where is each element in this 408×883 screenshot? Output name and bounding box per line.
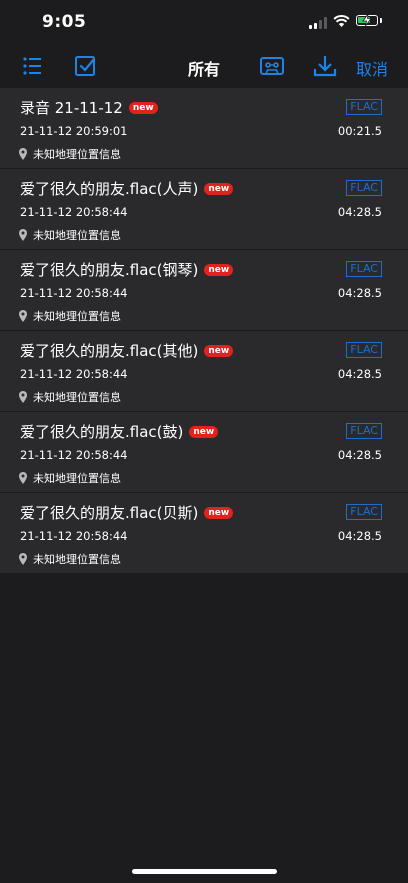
format-badge: FLAC xyxy=(346,261,382,277)
location-text: 未知地理位置信息 xyxy=(33,148,121,161)
location-text: 未知地理位置信息 xyxy=(33,553,121,566)
recording-duration: 04:28.5 xyxy=(337,205,382,219)
recording-date: 21-11-12 20:58:44 xyxy=(20,205,128,219)
cassette-tape-icon[interactable] xyxy=(259,54,285,78)
recording-duration: 04:28.5 xyxy=(337,529,382,543)
recording-title-row: 爱了很久的朋友.flac(其他) new xyxy=(20,340,234,361)
recording-duration: 04:28.5 xyxy=(337,448,382,462)
list-item[interactable]: 爱了很久的朋友.flac(其他) new FLAC 21-11-12 20:58… xyxy=(0,331,408,412)
location-text: 未知地理位置信息 xyxy=(33,310,121,323)
format-badge: FLAC xyxy=(346,423,382,439)
recording-list: 录音 21-11-12 new FLAC 21-11-12 20:59:01 0… xyxy=(0,88,408,574)
new-badge: new xyxy=(204,344,234,357)
recording-title-row: 录音 21-11-12 new xyxy=(20,97,158,118)
home-indicator[interactable] xyxy=(132,869,277,874)
format-badge: FLAC xyxy=(346,504,382,520)
list-item[interactable]: 爱了很久的朋友.flac(人声) new FLAC 21-11-12 20:58… xyxy=(0,169,408,250)
location-row: 未知地理位置信息 xyxy=(18,470,121,486)
new-badge: new xyxy=(204,506,234,519)
recording-title-row: 爱了很久的朋友.flac(人声) new xyxy=(20,178,234,199)
location-row: 未知地理位置信息 xyxy=(18,146,121,162)
toolbar: 所有 取消 xyxy=(0,44,408,88)
battery-cap xyxy=(380,18,382,23)
cancel-button[interactable]: 取消 xyxy=(356,56,388,80)
list-item[interactable]: 爱了很久的朋友.flac(贝斯) new FLAC 21-11-12 20:58… xyxy=(0,493,408,574)
recording-duration: 04:28.5 xyxy=(337,367,382,381)
location-text: 未知地理位置信息 xyxy=(33,229,121,242)
recording-title: 录音 21-11-12 xyxy=(20,99,123,117)
recording-date: 21-11-12 20:59:01 xyxy=(20,124,128,138)
recording-title: 爱了很久的朋友.flac(钢琴) xyxy=(20,261,199,279)
new-badge: new xyxy=(204,263,234,276)
status-bar: 9:05 xyxy=(0,0,408,44)
status-time: 9:05 xyxy=(42,12,87,32)
list-item[interactable]: 爱了很久的朋友.flac(鼓) new FLAC 21-11-12 20:58:… xyxy=(0,412,408,493)
location-text: 未知地理位置信息 xyxy=(33,472,121,485)
download-icon[interactable] xyxy=(312,54,338,78)
new-badge: new xyxy=(204,182,234,195)
recording-title: 爱了很久的朋友.flac(人声) xyxy=(20,180,199,198)
location-pin-icon xyxy=(19,310,27,322)
location-pin-icon xyxy=(19,472,27,484)
page-title: 所有 xyxy=(187,60,220,79)
recording-title: 爱了很久的朋友.flac(贝斯) xyxy=(20,504,199,522)
recording-date: 21-11-12 20:58:44 xyxy=(20,286,128,300)
wifi-icon xyxy=(333,15,350,27)
new-badge: new xyxy=(128,101,158,114)
location-row: 未知地理位置信息 xyxy=(18,389,121,405)
recording-duration: 00:21.5 xyxy=(337,124,382,138)
recording-date: 21-11-12 20:58:44 xyxy=(20,448,128,462)
recording-duration: 04:28.5 xyxy=(337,286,382,300)
format-badge: FLAC xyxy=(346,342,382,358)
list-item[interactable]: 爱了很久的朋友.flac(钢琴) new FLAC 21-11-12 20:58… xyxy=(0,250,408,331)
recording-title: 爱了很久的朋友.flac(鼓) xyxy=(20,423,184,441)
location-row: 未知地理位置信息 xyxy=(18,227,121,243)
location-pin-icon xyxy=(19,148,27,160)
format-badge: FLAC xyxy=(346,99,382,115)
recording-date: 21-11-12 20:58:44 xyxy=(20,529,128,543)
location-row: 未知地理位置信息 xyxy=(18,308,121,324)
recording-title-row: 爱了很久的朋友.flac(钢琴) new xyxy=(20,259,234,280)
recording-title-row: 爱了很久的朋友.flac(鼓) new xyxy=(20,421,219,442)
recording-title: 爱了很久的朋友.flac(其他) xyxy=(20,342,199,360)
new-badge: new xyxy=(189,425,219,438)
location-pin-icon xyxy=(19,553,27,565)
format-badge: FLAC xyxy=(346,180,382,196)
battery-icon xyxy=(356,14,378,26)
location-pin-icon xyxy=(19,229,27,241)
list-item[interactable]: 录音 21-11-12 new FLAC 21-11-12 20:59:01 0… xyxy=(0,88,408,169)
location-pin-icon xyxy=(19,391,27,403)
cellular-signal-icon xyxy=(309,17,329,29)
recording-title-row: 爱了很久的朋友.flac(贝斯) new xyxy=(20,502,234,523)
recording-date: 21-11-12 20:58:44 xyxy=(20,367,128,381)
location-text: 未知地理位置信息 xyxy=(33,391,121,404)
location-row: 未知地理位置信息 xyxy=(18,551,121,567)
